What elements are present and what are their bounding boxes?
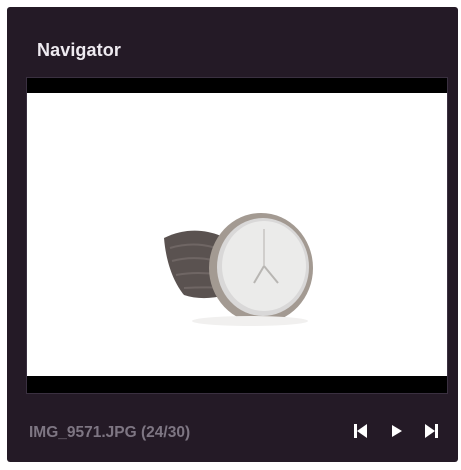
image-filename-counter: IMG_9571.JPG (24/30) [29,424,191,441]
skip-to-last-icon[interactable] [420,420,442,442]
panel-title: Navigator [37,40,121,60]
playback-controls [350,420,445,442]
navigator-preview[interactable] [27,78,447,393]
play-icon[interactable] [386,420,408,442]
skip-to-first-icon[interactable] [350,420,372,442]
preview-image [27,93,447,376]
watch-photo [164,213,313,326]
